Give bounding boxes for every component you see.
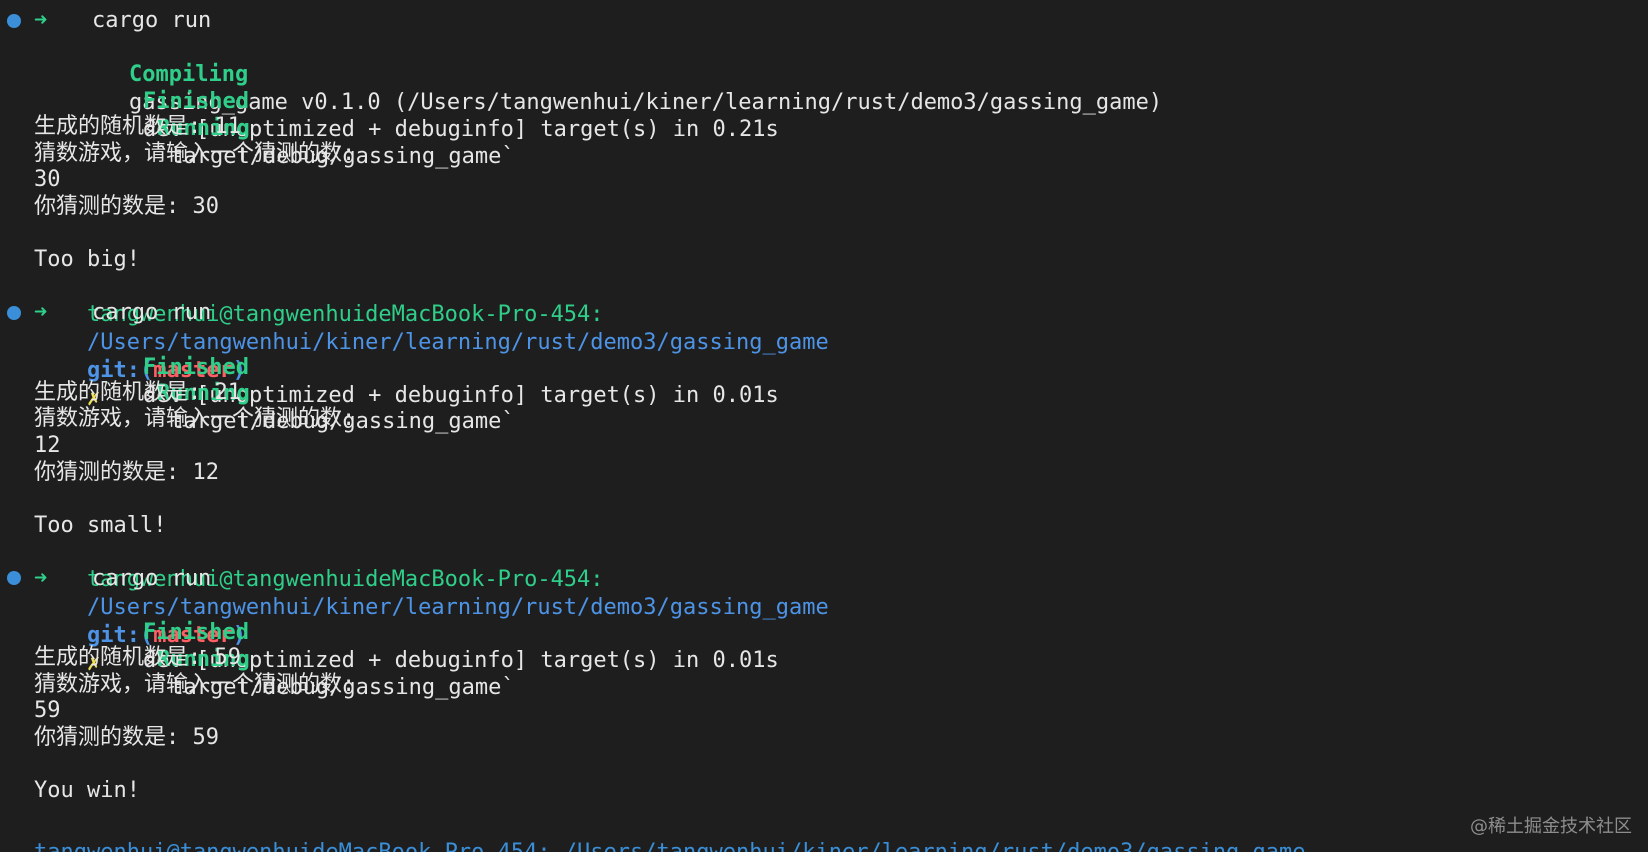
output-result: Too big! (34, 247, 140, 272)
running-line: Running `target/debug/gassing_game` (104, 87, 515, 169)
shell-prompt-line: tangwenhui@tangwenhuideMacBook-Pro-454: … (34, 538, 829, 676)
compiling-line: Compiling gassing_game v0.1.0 (/Users/ta… (76, 33, 1162, 115)
output-guess: 你猜测的数是: 59 (34, 725, 219, 750)
output-random: 生成的随机数是: 59 (34, 645, 241, 670)
finished-line: Finished dev [unoptimized + debuginfo] t… (90, 326, 779, 408)
shell-prompt-line-partial: tangwenhui@tangwenhuideMacBook-Pro-454: … (34, 840, 1306, 852)
output-result: You win! (34, 778, 140, 803)
prompt-arrow-icon: ➜ (34, 300, 48, 325)
running-line: Running `target/debug/gassing_game` (104, 618, 515, 700)
finished-line: Finished dev [unoptimized + debuginfo] t… (90, 591, 779, 673)
output-prompt-guess: 猜数游戏，请输入一个猜测的数: (34, 406, 356, 431)
output-prompt-guess: 猜数游戏，请输入一个猜测的数: (34, 141, 356, 166)
running-line: Running `target/debug/gassing_game` (104, 352, 515, 434)
terminal-window[interactable]: ➜ cargo run Compiling gassing_game v0.1.… (0, 0, 1648, 852)
output-random: 生成的随机数是: 11 (34, 114, 241, 139)
command-text: cargo run (92, 300, 212, 325)
prompt-arrow-icon: ➜ (34, 566, 48, 591)
user-input: 59 (34, 698, 61, 723)
output-guess: 你猜测的数是: 12 (34, 460, 219, 485)
user-input: 12 (34, 433, 61, 458)
watermark: @稀土掘金技术社区 (1470, 816, 1632, 837)
finished-line: Finished dev [unoptimized + debuginfo] t… (90, 60, 779, 142)
user-input: 30 (34, 167, 61, 192)
shell-prompt-line: tangwenhui@tangwenhuideMacBook-Pro-454: … (34, 273, 829, 411)
prompt-bullet-icon (7, 571, 21, 585)
prompt-arrow-icon: ➜ (34, 8, 48, 33)
command-text: cargo run (92, 566, 212, 591)
output-random: 生成的随机数是: 21 (34, 380, 241, 405)
prompt-bullet-icon (7, 14, 21, 28)
command-text: cargo run (92, 8, 212, 33)
output-prompt-guess: 猜数游戏，请输入一个猜测的数: (34, 672, 356, 697)
output-result: Too small! (34, 513, 167, 538)
prompt-bullet-icon (7, 306, 21, 320)
output-guess: 你猜测的数是: 30 (34, 194, 219, 219)
